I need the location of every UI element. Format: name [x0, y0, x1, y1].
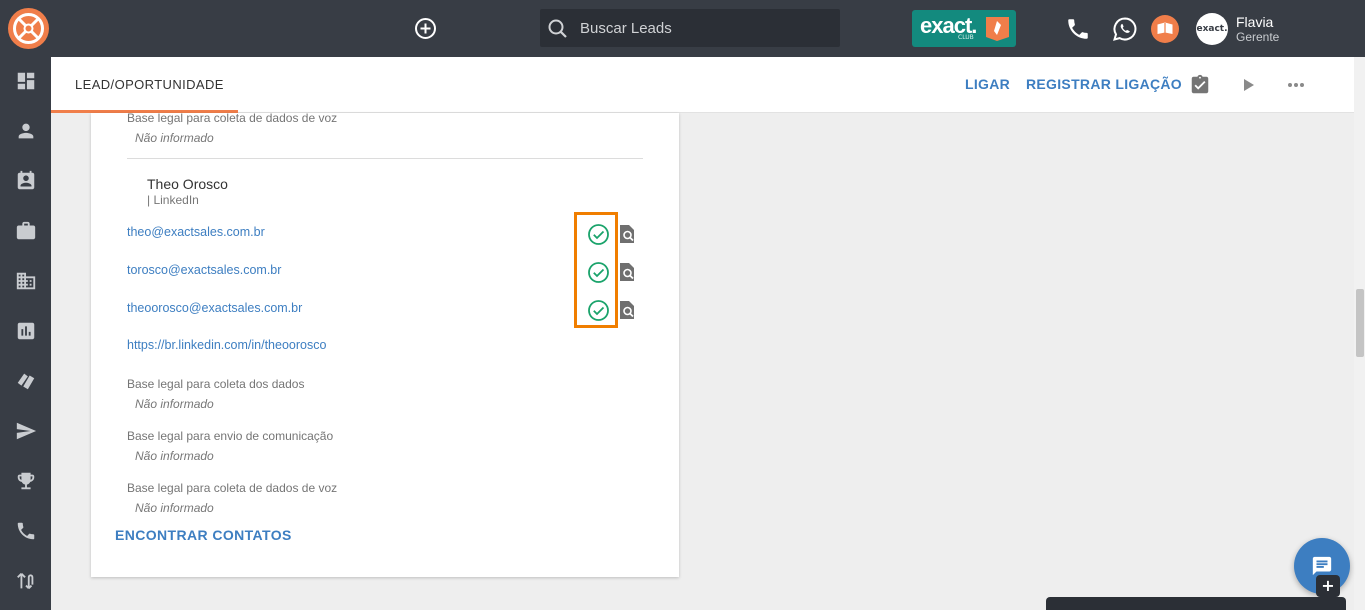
- bottom-panel[interactable]: [1046, 597, 1346, 610]
- search-icon: [548, 19, 567, 38]
- contacts-card: Base legal para coleta de dados de voz N…: [91, 111, 679, 577]
- contact-calendar-icon: [17, 170, 35, 190]
- club-mark-icon: [986, 17, 1009, 41]
- voice-legal-label: Base legal para coleta de dados de voz: [127, 481, 338, 495]
- highlight-box: [574, 212, 618, 328]
- avatar-label: exact.: [1196, 24, 1228, 34]
- avatar[interactable]: exact.: [1196, 13, 1228, 45]
- contact-email[interactable]: torosco@exactsales.com.br: [127, 263, 281, 277]
- app-logo[interactable]: [8, 8, 49, 49]
- sidebar-item-send[interactable]: [15, 420, 37, 442]
- file-search-icon[interactable]: [618, 224, 636, 244]
- sidebar-item-agenda[interactable]: [15, 170, 37, 192]
- chat-icon: [1312, 556, 1332, 576]
- whatsapp-button[interactable]: [1112, 16, 1138, 42]
- sidebar-item-reports[interactable]: [15, 320, 37, 342]
- clipboard-check-icon[interactable]: [1189, 74, 1211, 96]
- user-name[interactable]: Flavia: [1236, 14, 1273, 30]
- sidebar-item-goals[interactable]: [15, 470, 37, 492]
- voice-legal-value: Não informado: [135, 501, 214, 515]
- search-box: [540, 9, 840, 47]
- plus-circle-icon: [415, 18, 436, 39]
- sidebar-item-calls[interactable]: [15, 520, 37, 542]
- tab-lead-opportunity[interactable]: LEAD/OPORTUNIDADE: [75, 77, 224, 92]
- page-header: LEAD/OPORTUNIDADE LIGAR REGISTRAR LIGAÇÃ…: [51, 57, 1354, 113]
- scrollbar-thumb[interactable]: [1356, 289, 1364, 357]
- find-contacts-button[interactable]: ENCONTRAR CONTATOS: [115, 527, 292, 543]
- whatsapp-icon: [1113, 17, 1137, 41]
- phone-icon: [17, 522, 35, 540]
- data-collection-legal-label: Base legal para coleta dos dados: [127, 377, 305, 391]
- phone-button[interactable]: [1065, 16, 1091, 42]
- book-icon: [1157, 22, 1173, 34]
- club-sub: CLUB: [958, 34, 974, 41]
- more-horizontal-icon[interactable]: [1285, 74, 1307, 96]
- building-icon: [16, 272, 36, 290]
- exact-logo-icon: [13, 13, 44, 44]
- sidebar-item-dashboard[interactable]: [15, 70, 37, 92]
- sidebar-item-companies[interactable]: [15, 270, 37, 292]
- communication-legal-value: Não informado: [135, 449, 214, 463]
- tags-icon: [17, 373, 35, 390]
- phone-icon: [1068, 19, 1088, 39]
- briefcase-icon: [16, 221, 36, 240]
- add-button[interactable]: [414, 17, 437, 40]
- search-input[interactable]: [580, 9, 835, 47]
- file-search-icon[interactable]: [618, 262, 636, 282]
- swap-icon: [17, 573, 34, 589]
- dashboard-icon: [17, 72, 35, 90]
- contact-source: | LinkedIn: [147, 193, 199, 207]
- data-collection-legal-value: Não informado: [135, 397, 214, 411]
- academy-button[interactable]: [1151, 15, 1179, 43]
- contact-email[interactable]: theoorosco@exactsales.com.br: [127, 301, 302, 315]
- sidebar-item-people[interactable]: [15, 120, 37, 142]
- communication-legal-label: Base legal para envio de comunicação: [127, 429, 334, 443]
- contact-email[interactable]: theo@exactsales.com.br: [127, 225, 265, 239]
- linkedin-link[interactable]: https://br.linkedin.com/in/theoorosco: [127, 338, 326, 352]
- trophy-icon: [17, 472, 35, 490]
- sidebar-item-integrations[interactable]: [15, 570, 37, 592]
- register-call-button[interactable]: REGISTRAR LIGAÇÃO: [1026, 76, 1182, 92]
- divider: [127, 158, 643, 159]
- sidebar-item-deals[interactable]: [15, 220, 37, 242]
- contact-name: Theo Orosco: [147, 176, 228, 192]
- fab-plus-button[interactable]: +: [1316, 575, 1340, 597]
- person-icon: [18, 123, 34, 139]
- file-search-icon[interactable]: [618, 300, 636, 320]
- top-bar: exact. CLUB exact. Flavia Gerente: [0, 0, 1365, 57]
- voice-data-legal-label: Base legal para coleta de dados de voz: [127, 111, 338, 125]
- voice-data-legal-value: Não informado: [135, 131, 214, 145]
- send-icon: [16, 422, 37, 440]
- call-button[interactable]: LIGAR: [965, 76, 1010, 92]
- scrollbar[interactable]: [1354, 57, 1365, 610]
- sidebar-item-products[interactable]: [15, 370, 37, 392]
- sidebar: [0, 57, 51, 610]
- bar-chart-icon: [17, 322, 35, 340]
- play-icon[interactable]: [1240, 74, 1258, 96]
- exact-club-button[interactable]: exact. CLUB: [912, 10, 1016, 47]
- user-role: Gerente: [1236, 30, 1280, 44]
